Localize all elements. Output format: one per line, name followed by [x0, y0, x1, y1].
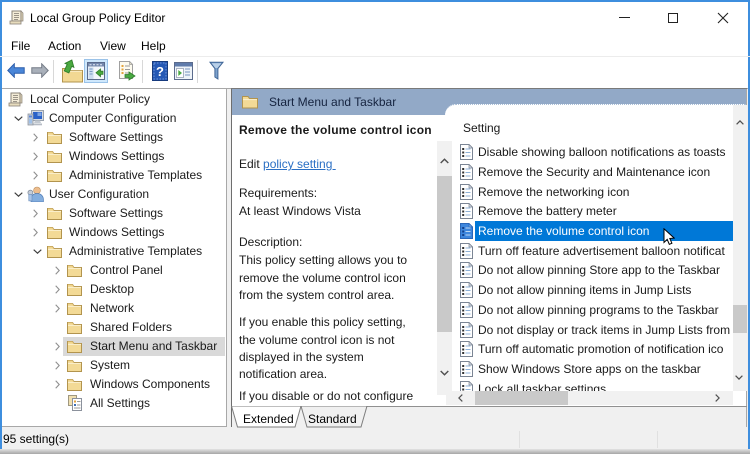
svg-text:?: ?	[156, 64, 164, 79]
